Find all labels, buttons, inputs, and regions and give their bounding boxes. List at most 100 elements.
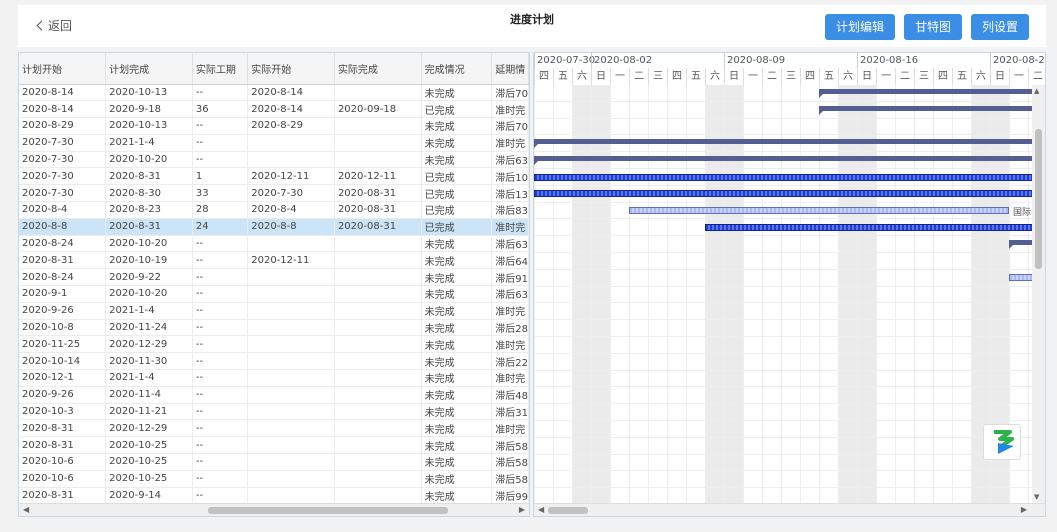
app-logo-icon[interactable]: [983, 424, 1021, 460]
table-cell: 2020-8-31: [105, 167, 193, 186]
table-row[interactable]: 2020-12-1 2021-1-4 -- 未完成 准时完: [19, 369, 529, 387]
table-cell: 未完成: [421, 453, 493, 471]
table-cell: [247, 235, 335, 253]
table-cell: 2020-10-25: [105, 470, 193, 488]
table-row[interactable]: 2020-7-30 2020-10-20 -- 未完成 滞后63: [19, 151, 529, 169]
table-cell: --: [192, 251, 249, 270]
scroll-right-icon[interactable]: ▶: [1021, 505, 1027, 514]
gantt-task-bar[interactable]: [1009, 274, 1032, 282]
table-row[interactable]: 2020-8-31 2020-9-14 -- 未完成 滞后99: [19, 487, 529, 505]
table-row[interactable]: 2020-10-14 2020-11-30 -- 未完成 滞后22: [19, 352, 529, 371]
gantt-day-label: 二: [1028, 68, 1045, 85]
schedule-table: 计划开始 计划完成 实际工期 实际开始 实际完成 完成情况 延期情 2020-8-14 202…: [19, 53, 529, 505]
table-cell: 33: [192, 184, 249, 203]
table-row[interactable]: 2020-8-31 2020-10-25 -- 未完成 滞后58: [19, 436, 529, 455]
gantt-task-bar[interactable]: [534, 173, 1032, 181]
gantt-summary-bar[interactable]: [1009, 240, 1032, 250]
table-cell: 2021-1-4: [105, 369, 193, 387]
table-row[interactable]: 2020-8-14 2020-9-18 36 2020-8-14 2020-09-18 已…: [19, 100, 529, 119]
table-cell: 2020-10-3: [19, 403, 107, 421]
scroll-thumb[interactable]: [1035, 129, 1042, 269]
column-header[interactable]: 实际工期: [192, 53, 249, 85]
scroll-left-icon[interactable]: ◀: [23, 505, 29, 514]
table-cell: 滞后48: [491, 386, 529, 404]
table-row[interactable]: 2020-9-26 2020-11-4 -- 未完成 滞后48: [19, 386, 529, 404]
gantt-vertical-scrollbar[interactable]: ▲ ▼: [1032, 85, 1045, 503]
scroll-thumb[interactable]: [208, 507, 448, 514]
table-cell: --: [192, 487, 249, 505]
gantt-task-bar[interactable]: [705, 223, 1032, 231]
table-row[interactable]: 2020-7-30 2020-8-31 1 2020-12-11 2020-12-11 已…: [19, 167, 529, 186]
gantt-row: [534, 438, 1032, 455]
scroll-thumb[interactable]: [548, 507, 588, 514]
gantt-summary-bar[interactable]: [534, 139, 1032, 149]
gantt-summary-bar[interactable]: [819, 105, 1032, 115]
table-row[interactable]: 2020-7-30 2020-8-30 33 2020-7-30 2020-08-31 已…: [19, 184, 529, 203]
table-row[interactable]: 2020-9-26 2021-1-4 -- 未完成 准时完: [19, 302, 529, 320]
gantt-summary-bar[interactable]: [819, 89, 1032, 98]
table-row[interactable]: 2020-8-24 2020-9-22 -- 未完成 滞后91: [19, 268, 529, 287]
table-cell: 滞后63: [491, 151, 529, 169]
scroll-up-icon[interactable]: ▲: [1034, 87, 1039, 95]
table-row[interactable]: 2020-8-14 2020-10-13 -- 2020-8-14 未完成 滞后70: [19, 84, 529, 102]
table-cell: 滞后99: [491, 487, 529, 505]
table-cell: 未完成: [421, 235, 493, 253]
gantt-day-label: 二: [895, 68, 914, 85]
table-row[interactable]: 2020-8-29 2020-10-13 -- 2020-8-29 未完成 滞后70: [19, 117, 529, 135]
gantt-row: [534, 320, 1032, 337]
table-cell: [334, 84, 422, 102]
table-cell: 滞后64: [491, 251, 529, 270]
table-cell: 2020-12-29: [105, 335, 193, 354]
table-cell: 滞后31: [491, 403, 529, 421]
table-row[interactable]: 2020-8-31 2020-12-29 -- 未完成 准时完: [19, 419, 529, 438]
table-row[interactable]: 2020-11-25 2020-12-29 -- 未完成 准时完: [19, 335, 529, 354]
table-row[interactable]: 2020-10-6 2020-10-25 -- 未完成 滞后58: [19, 470, 529, 488]
table-row[interactable]: 2020-7-30 2021-1-4 -- 未完成 准时完: [19, 134, 529, 152]
table-cell: 滞后10: [491, 167, 529, 186]
column-header[interactable]: 计划开始: [19, 53, 107, 85]
table-horizontal-scrollbar[interactable]: ◀ ▶: [19, 503, 529, 516]
gantt-task-bar[interactable]: [629, 207, 1009, 215]
table-row[interactable]: 2020-8-8 2020-8-31 24 2020-8-8 2020-08-31 已完成…: [19, 218, 529, 236]
column-header[interactable]: 延期情: [491, 53, 529, 85]
gantt-day-label: 五: [686, 68, 705, 85]
table-cell: 已完成: [421, 100, 493, 119]
table-cell: 2020-12-11: [247, 167, 335, 186]
table-row[interactable]: 2020-9-1 2020-10-20 -- 未完成 滞后63: [19, 285, 529, 303]
table-cell: [334, 251, 422, 270]
table-row[interactable]: 2020-8-4 2020-8-23 28 2020-8-4 2020-08-31 已完成…: [19, 201, 529, 219]
column-header[interactable]: 计划完成: [105, 53, 193, 85]
table-cell: 2020-8-24: [19, 268, 107, 287]
table-row[interactable]: 2020-10-6 2020-10-25 -- 未完成 滞后58: [19, 453, 529, 471]
gantt-day-label: 三: [781, 68, 800, 85]
scroll-right-icon[interactable]: ▶: [519, 505, 525, 514]
table-row[interactable]: 2020-8-31 2020-10-19 -- 2020-12-11 未完成 滞后64: [19, 251, 529, 270]
table-cell: 2020-11-24: [105, 319, 193, 337]
gantt-horizontal-scrollbar[interactable]: ◀ ▶: [534, 503, 1045, 516]
plan-edit-button[interactable]: 计划编辑: [825, 14, 895, 40]
gantt-day-label: 日: [990, 68, 1009, 85]
table-cell: --: [192, 302, 249, 320]
table-cell: 2020-8-31: [19, 419, 107, 438]
gantt-summary-bar[interactable]: [534, 156, 1032, 166]
scroll-down-icon[interactable]: ▼: [1034, 493, 1039, 501]
table-row[interactable]: 2020-8-24 2020-10-20 -- 未完成 滞后63: [19, 235, 529, 253]
table-cell: 2020-8-14: [19, 100, 107, 119]
column-header[interactable]: 完成情况: [421, 53, 493, 85]
gantt-row: [534, 455, 1032, 472]
gantt-button[interactable]: 甘特图: [904, 14, 962, 40]
table-cell: 已完成: [421, 184, 493, 203]
column-settings-button[interactable]: 列设置: [971, 14, 1029, 40]
column-header[interactable]: 实际开始: [247, 53, 335, 85]
column-header[interactable]: 实际完成: [334, 53, 422, 85]
table-row[interactable]: 2020-10-8 2020-11-24 -- 未完成 滞后28: [19, 319, 529, 337]
table-cell: 2020-9-26: [19, 302, 107, 320]
scroll-left-icon[interactable]: ◀: [538, 505, 544, 514]
table-row[interactable]: 2020-10-3 2020-11-21 -- 未完成 滞后31: [19, 403, 529, 421]
gantt-day-label: 日: [857, 68, 876, 85]
table-cell: 2020-10-25: [105, 453, 193, 471]
table-cell: [247, 436, 335, 455]
table-cell: 2020-10-6: [19, 453, 107, 471]
gantt-task-bar[interactable]: [534, 190, 1032, 198]
gantt-row: [534, 287, 1032, 304]
